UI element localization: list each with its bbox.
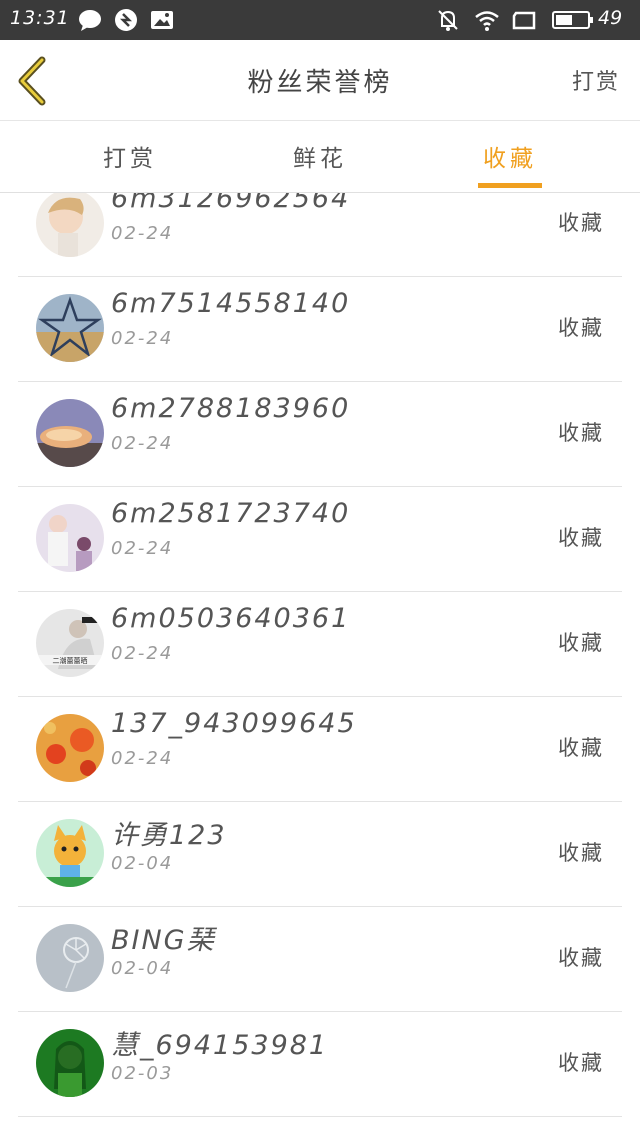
page-title: 粉丝荣誉榜 [247, 68, 393, 98]
fan-list[interactable]: 6m3126962564 02-24 收藏 6m7514558140 02-24… [0, 193, 640, 1138]
screen-icon [512, 8, 536, 32]
fan-name: 6m3126962564 [111, 193, 351, 214]
favorite-label: 收藏 [558, 631, 604, 655]
avatar [36, 193, 104, 257]
favorite-label: 收藏 [558, 841, 604, 865]
notification-icon [114, 8, 138, 32]
favorite-label: 收藏 [558, 946, 604, 970]
tab-flowers[interactable]: 鲜花 [260, 139, 380, 173]
favorite-label: 收藏 [558, 736, 604, 760]
avatar [36, 819, 104, 887]
battery-level: 49 [598, 7, 623, 29]
fan-name: 6m2581723740 [111, 498, 351, 529]
list-item[interactable]: BING琹 02-04 收藏 [18, 906, 622, 1012]
list-item[interactable]: 许勇123 02-04 收藏 [18, 801, 622, 907]
favorite-label: 收藏 [558, 1051, 604, 1075]
fan-date: 02-24 [111, 223, 174, 244]
tab-reward[interactable]: 打赏 [70, 139, 190, 173]
fan-name: 6m7514558140 [111, 288, 351, 319]
avatar [36, 714, 104, 782]
list-item[interactable]: 6m2581723740 02-24 收藏 [18, 486, 622, 592]
fan-name: 6m2788183960 [111, 393, 351, 424]
battery-icon [552, 8, 594, 32]
list-item[interactable]: 6m3126962564 02-24 收藏 [18, 193, 622, 277]
image-icon [150, 8, 174, 32]
mute-icon [436, 8, 460, 32]
avatar [36, 504, 104, 572]
avatar [36, 1029, 104, 1097]
tab-bar: 打赏 鲜花 收藏 [0, 121, 640, 193]
status-time: 13:31 [10, 7, 70, 29]
wifi-icon [474, 8, 499, 32]
favorite-label: 收藏 [558, 211, 604, 235]
favorite-label: 收藏 [558, 316, 604, 340]
avatar [36, 924, 104, 992]
active-tab-indicator [478, 183, 542, 188]
fan-date: 02-24 [111, 328, 174, 349]
avatar: 二潮蕾蕾晒 [36, 609, 104, 677]
avatar [36, 399, 104, 467]
fan-name: BING琹 [111, 925, 216, 956]
favorite-label: 收藏 [558, 526, 604, 550]
list-item[interactable]: 137_943099645 02-24 收藏 [18, 696, 622, 802]
fan-name: 慧_694153981 [111, 1030, 329, 1061]
list-item[interactable]: 慧_694153981 02-03 收藏 [18, 1011, 622, 1117]
fan-name: 6m0503640361 [111, 603, 351, 634]
fan-date: 02-03 [111, 1063, 174, 1084]
avatar [36, 294, 104, 362]
fan-date: 02-24 [111, 538, 174, 559]
fan-date: 02-04 [111, 853, 174, 874]
app-header: 粉丝荣誉榜 打赏 [0, 40, 640, 121]
fan-date: 02-24 [111, 433, 174, 454]
list-item[interactable]: 6m7514558140 02-24 收藏 [18, 276, 622, 382]
fan-name: 137_943099645 [111, 708, 357, 739]
fan-date: 02-04 [111, 958, 174, 979]
reward-button[interactable]: 打赏 [572, 64, 620, 96]
fan-date: 02-24 [111, 748, 174, 769]
list-item[interactable]: 二潮蕾蕾晒 6m0503640361 02-24 收藏 [18, 591, 622, 697]
list-item[interactable]: 6m2788183960 02-24 收藏 [18, 381, 622, 487]
fan-name: 许勇123 [111, 820, 227, 851]
status-bar: 13:31 49 [0, 0, 640, 40]
fan-date: 02-24 [111, 643, 174, 664]
tab-favorites[interactable]: 收藏 [450, 139, 570, 173]
favorite-label: 收藏 [558, 421, 604, 445]
chat-icon [78, 8, 102, 32]
avatar-caption: 二潮蕾蕾晒 [53, 656, 88, 665]
